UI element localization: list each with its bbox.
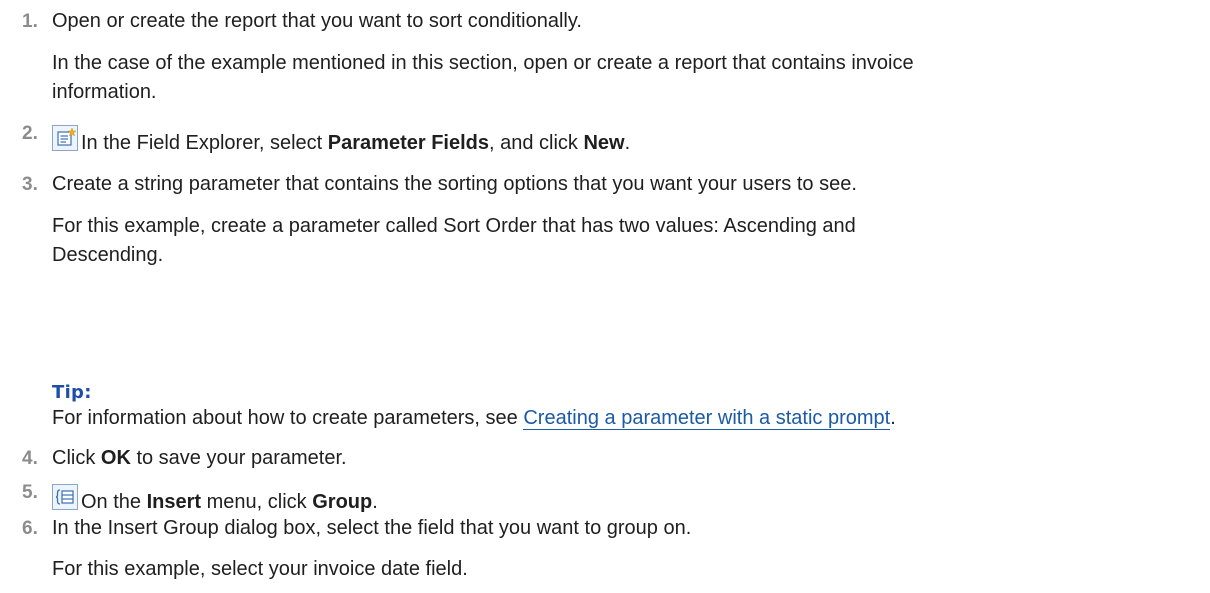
- step-5: 5. On the Insert menu, click Group.: [22, 482, 378, 514]
- note-line: Descending.: [52, 244, 164, 266]
- step-text: Create a string parameter that contains …: [52, 173, 857, 195]
- document-page: 1. Open or create the report that you wan…: [0, 0, 1210, 593]
- step-3: 3. Create a string parameter that contain…: [22, 173, 857, 196]
- step-text-post: .: [372, 491, 378, 513]
- step-6: 6. In the Insert Group dialog box, select…: [22, 517, 691, 540]
- note-line: In the case of the example mentioned in …: [52, 52, 914, 74]
- ui-term-new: New: [583, 132, 625, 154]
- step-text-mid: , and click: [489, 132, 584, 154]
- step-number: 5.: [22, 482, 38, 503]
- step-3-note: For this example, create a parameter cal…: [52, 212, 856, 270]
- step-text: Open or create the report that you want …: [52, 10, 582, 32]
- note-line: For this example, select your invoice da…: [52, 558, 468, 580]
- step-number: 4.: [22, 448, 38, 469]
- step-6-note: For this example, select your invoice da…: [52, 555, 468, 584]
- ui-term-ok: OK: [100, 447, 131, 469]
- step-text-pre: On the: [81, 491, 147, 513]
- step-text-pre: Click: [52, 447, 101, 469]
- step-text-post: to save your parameter.: [130, 447, 347, 469]
- step-number: 6.: [22, 518, 38, 539]
- step-text-mid: menu, click: [201, 491, 313, 513]
- step-number: 1.: [22, 11, 38, 32]
- step-text: In the Insert Group dialog box, select t…: [52, 517, 692, 539]
- insert-group-icon: [52, 484, 78, 510]
- field-explorer-new-icon: [52, 125, 78, 151]
- ui-term-insert: Insert: [146, 491, 202, 513]
- step-1: 1. Open or create the report that you wan…: [22, 10, 582, 33]
- note-line: For this example, create a parameter cal…: [52, 215, 856, 237]
- tip-text-pre: For information about how to create para…: [52, 407, 524, 429]
- tip-text-post: .: [890, 407, 896, 429]
- tip-label: Tip:: [52, 382, 92, 403]
- ui-term-group: Group: [312, 491, 373, 513]
- step-text-pre: In the Field Explorer, select: [81, 132, 328, 154]
- step-number: 2.: [22, 123, 38, 144]
- note-line: information.: [52, 81, 157, 103]
- step-2: 2. In the Field Explorer, select Paramete…: [22, 123, 630, 155]
- step-1-note: In the case of the example mentioned in …: [52, 49, 914, 107]
- creating-parameter-link[interactable]: Creating a parameter with a static promp…: [523, 407, 891, 430]
- step-number: 3.: [22, 174, 38, 195]
- ui-term-parameter-fields: Parameter Fields: [327, 132, 489, 154]
- step-4: 4. Click OK to save your parameter.: [22, 447, 347, 470]
- step-text-post: .: [624, 132, 631, 154]
- tip-text: For information about how to create para…: [52, 407, 896, 430]
